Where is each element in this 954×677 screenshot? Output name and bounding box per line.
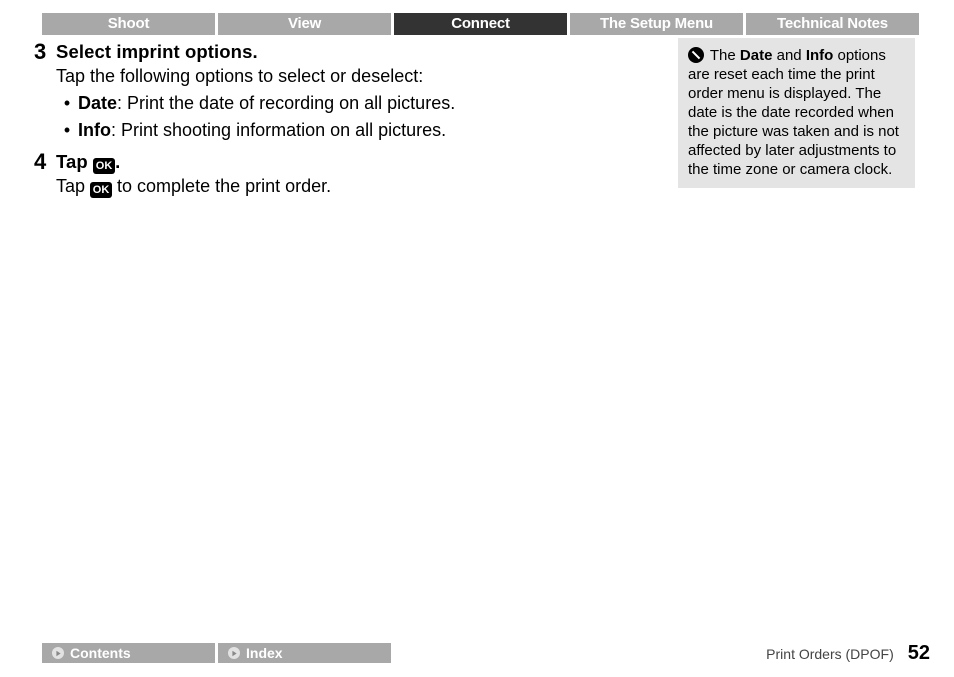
note-rest: options are reset each time the print or… bbox=[688, 47, 899, 178]
tab-connect[interactable]: Connect bbox=[394, 13, 567, 35]
ok-icon: OK bbox=[90, 182, 112, 198]
step-4-title-prefix: Tap bbox=[56, 151, 93, 172]
step-3: 3 Select imprint options. Tap the follow… bbox=[34, 39, 654, 143]
step-3-bullet-2-text: Info: Print shooting information on all … bbox=[78, 118, 446, 143]
arrow-icon bbox=[52, 647, 64, 659]
footer-index-label: Index bbox=[246, 643, 283, 663]
footer-contents-link[interactable]: Contents bbox=[42, 643, 215, 663]
footer-right: Print Orders (DPOF) 52 bbox=[766, 642, 930, 665]
main-content: 3 Select imprint options. Tap the follow… bbox=[34, 38, 654, 199]
step-3-intro: Tap the following options to select or d… bbox=[56, 64, 654, 89]
step-4-title-suffix: . bbox=[115, 151, 120, 172]
step-3-bullet-1-rest: : Print the date of recording on all pic… bbox=[117, 93, 455, 113]
footer-section-title: Print Orders (DPOF) bbox=[766, 646, 894, 662]
bullet-dot-icon: • bbox=[56, 91, 78, 116]
footer-index-link[interactable]: Index bbox=[218, 643, 391, 663]
prohibit-icon bbox=[688, 47, 704, 63]
step-3-bullet-2-rest: : Print shooting information on all pict… bbox=[111, 120, 446, 140]
note-bold-info: Info bbox=[806, 47, 834, 64]
ok-icon: OK bbox=[93, 158, 115, 174]
tab-setup-menu[interactable]: The Setup Menu bbox=[570, 13, 743, 35]
step-3-number: 3 bbox=[34, 39, 56, 143]
step-4-line: Tap OK to complete the print order. bbox=[56, 174, 654, 199]
step-4: 4 Tap OK. Tap OK to complete the print o… bbox=[34, 149, 654, 199]
footer-nav: Contents Index bbox=[42, 643, 391, 663]
step-3-bullet-1: • Date: Print the date of recording on a… bbox=[56, 91, 654, 116]
note-pre: The bbox=[706, 47, 740, 64]
step-3-body: Select imprint options. Tap the followin… bbox=[56, 39, 654, 143]
step-3-bullet-2-label: Info bbox=[78, 120, 111, 140]
step-4-line-suffix: to complete the print order. bbox=[112, 176, 331, 196]
tab-view[interactable]: View bbox=[218, 13, 391, 35]
step-4-line-prefix: Tap bbox=[56, 176, 90, 196]
step-3-title: Select imprint options. bbox=[56, 39, 654, 64]
step-3-bullet-1-label: Date bbox=[78, 93, 117, 113]
top-tab-bar: Shoot View Connect The Setup Menu Techni… bbox=[42, 13, 919, 35]
step-3-bullet-2: • Info: Print shooting information on al… bbox=[56, 118, 654, 143]
tab-technical-notes[interactable]: Technical Notes bbox=[746, 13, 919, 35]
bullet-dot-icon: • bbox=[56, 118, 78, 143]
step-4-body: Tap OK. Tap OK to complete the print ord… bbox=[56, 149, 654, 199]
step-3-bullet-1-text: Date: Print the date of recording on all… bbox=[78, 91, 455, 116]
step-4-title: Tap OK. bbox=[56, 149, 654, 174]
page-number: 52 bbox=[908, 642, 930, 665]
side-note: The Date and Info options are reset each… bbox=[678, 38, 915, 188]
note-mid: and bbox=[772, 47, 805, 64]
footer-contents-label: Contents bbox=[70, 643, 131, 663]
step-4-number: 4 bbox=[34, 149, 56, 199]
tab-shoot[interactable]: Shoot bbox=[42, 13, 215, 35]
arrow-icon bbox=[228, 647, 240, 659]
note-bold-date: Date bbox=[740, 47, 773, 64]
